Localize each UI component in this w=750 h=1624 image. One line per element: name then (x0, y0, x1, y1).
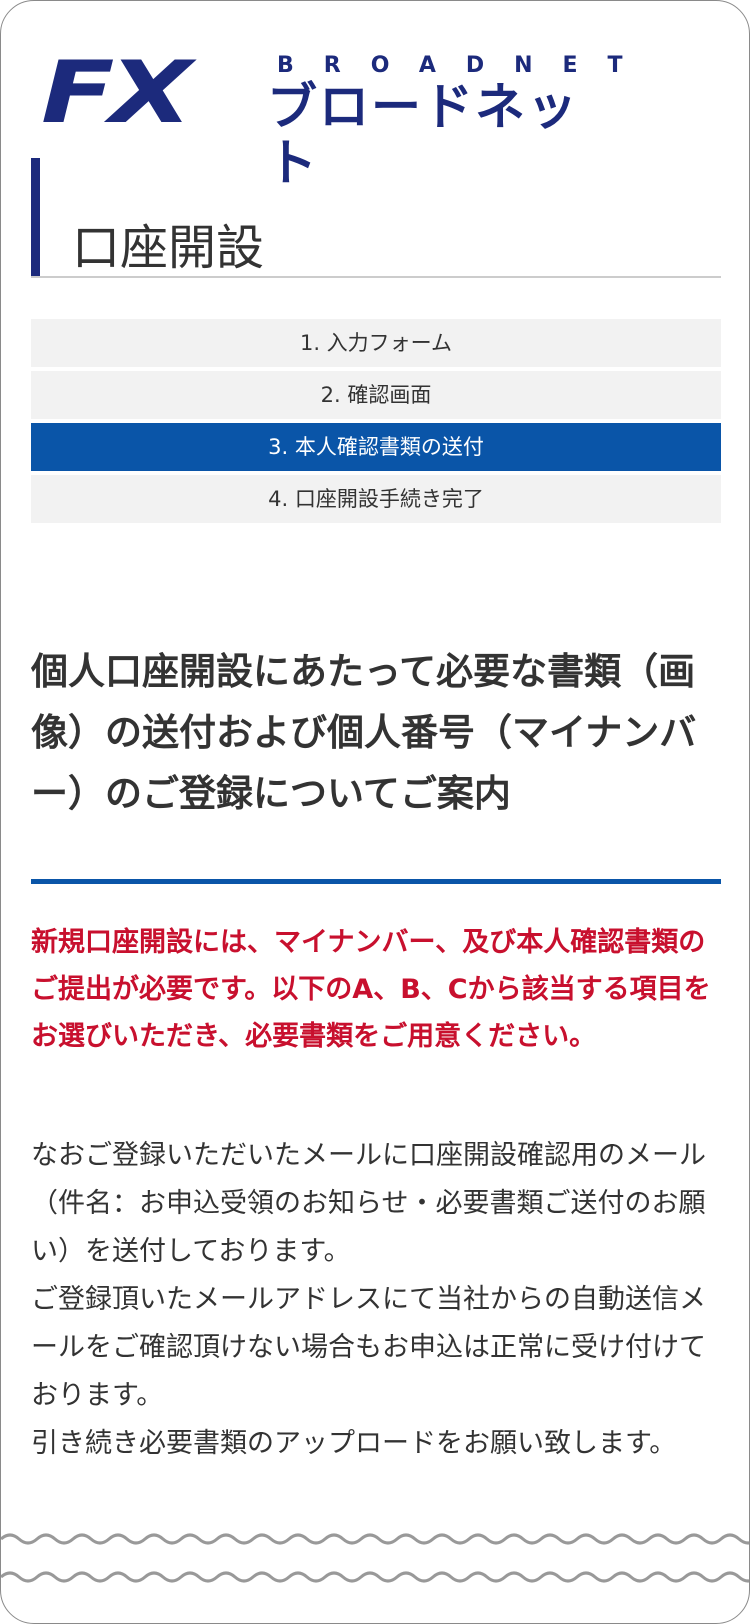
paragraph-upload-request: 引き続き必要書類のアップロードをお願い致します。 (31, 1428, 677, 1459)
step-document-submission: 3. 本人確認書類の送付 (31, 423, 721, 471)
guidance-text: なおご登録いただいたメールに口座開設確認用のメール（件名：お申込受領のお知らせ・… (31, 1132, 721, 1468)
progress-steps: 1. 入力フォーム 2. 確認画面 3. 本人確認書類の送付 4. 口座開設手続… (31, 319, 721, 527)
screenshot-frame: FX BROADNET ブロードネット 口座開設 1. 入力フォーム 2. 確認… (0, 0, 750, 1624)
page-title-section: 口座開設 (31, 158, 721, 278)
logo-english: BROADNET (277, 53, 653, 78)
section-heading: 個人口座開設にあたって必要な書類（画像）の送付および個人番号（マイナンバー）のご… (31, 650, 697, 815)
paragraph-email-not-received: ご登録頂いたメールアドレスにて当社からの自動送信メールをご確認頂けない場合もお申… (31, 1284, 706, 1411)
step-input-form: 1. 入力フォーム (31, 319, 721, 367)
required-documents-notice: 新規口座開設には、マイナンバー、及び本人確認書類のご提出が必要です。以下のA、B… (31, 927, 711, 1052)
torn-edge-divider (1, 1533, 749, 1583)
title-accent-bar (31, 158, 40, 276)
page-title: 口座開設 (72, 220, 265, 277)
logo-mark: FX (41, 43, 192, 143)
fx-broadnet-logo[interactable]: FX BROADNET ブロードネット (41, 43, 623, 191)
step-complete: 4. 口座開設手続き完了 (31, 475, 721, 523)
heading-underline (31, 879, 721, 884)
step-confirmation: 2. 確認画面 (31, 371, 721, 419)
paragraph-email-sent: なおご登録いただいたメールに口座開設確認用のメール（件名：お申込受領のお知らせ・… (31, 1140, 706, 1267)
